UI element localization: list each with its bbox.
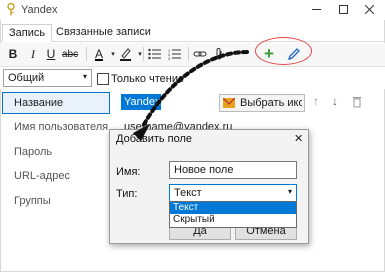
arrow-annotation-icon	[133, 50, 249, 141]
